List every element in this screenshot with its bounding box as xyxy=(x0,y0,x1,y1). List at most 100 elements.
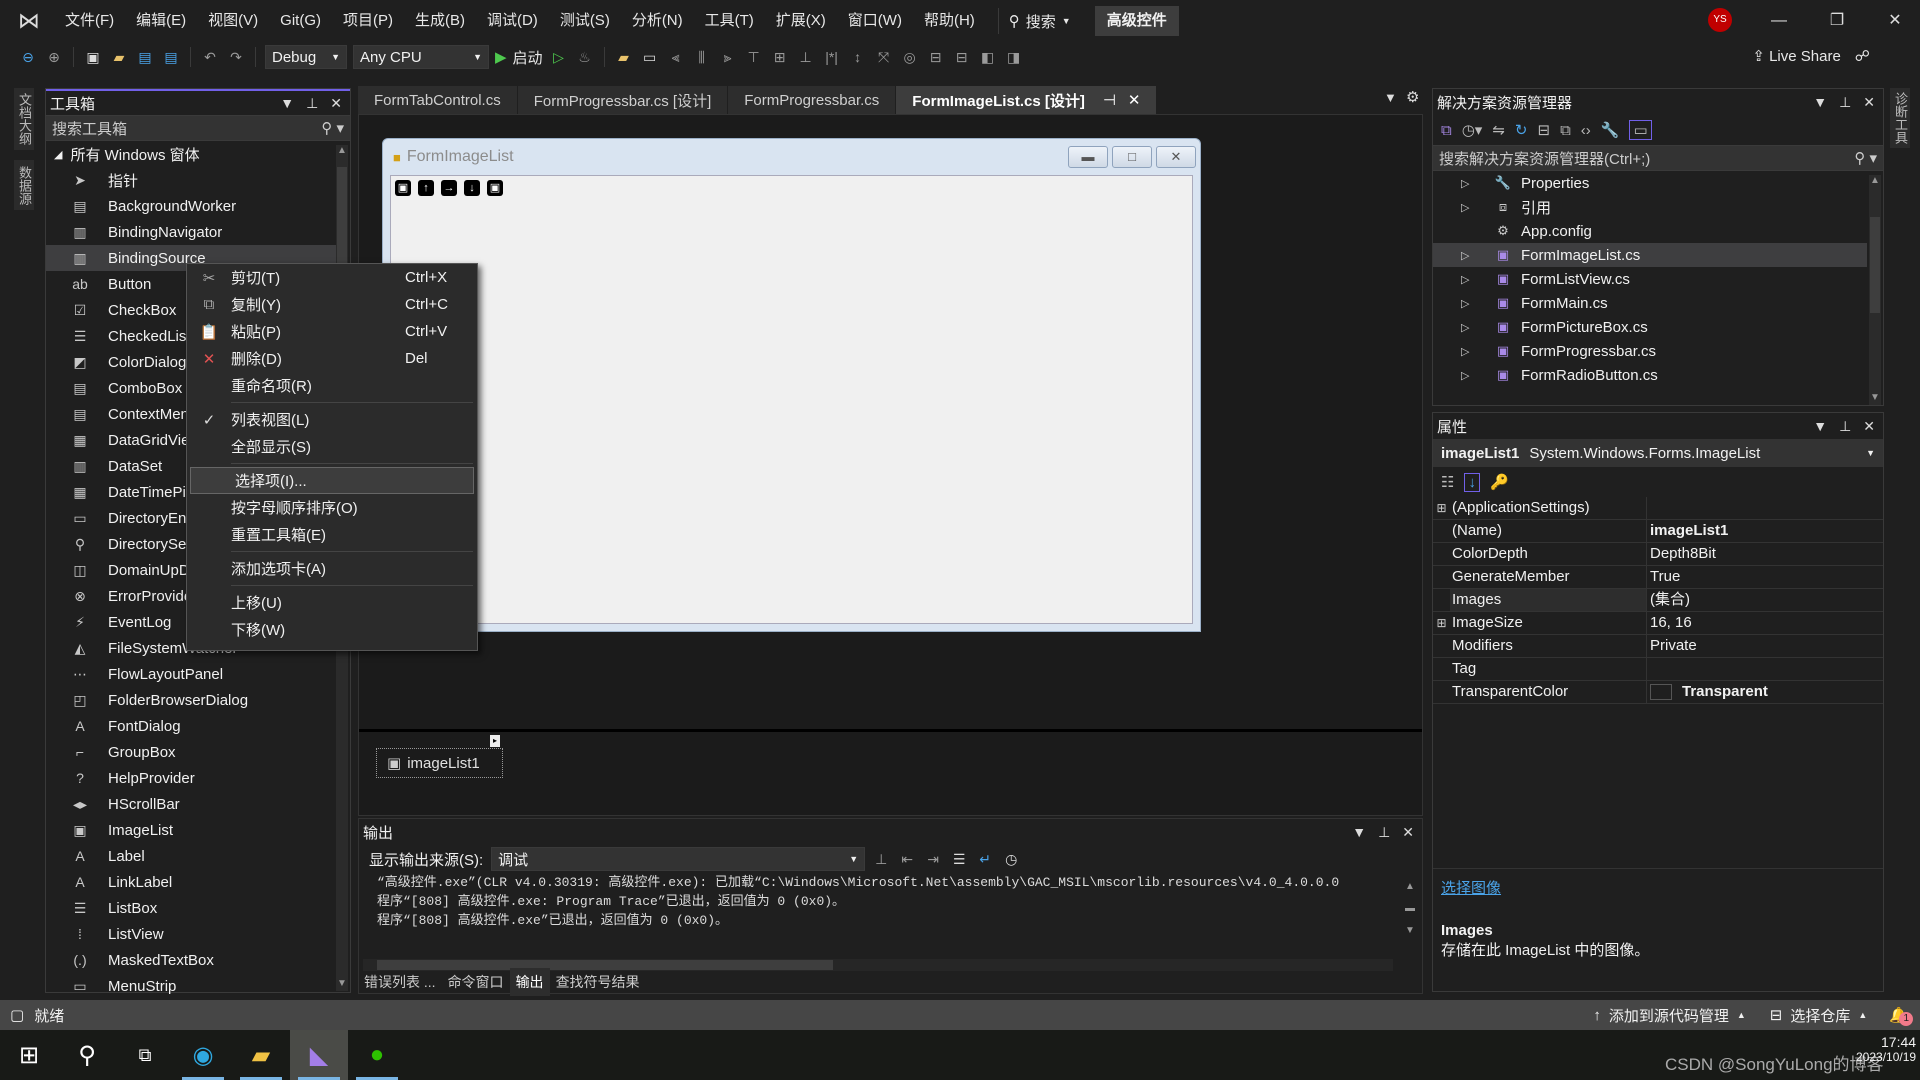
window-home-icon[interactable]: ▭ xyxy=(640,47,660,67)
forward-icon[interactable]: ⊕ xyxy=(44,47,64,67)
property-value[interactable]: True xyxy=(1647,566,1680,588)
dropdown-icon[interactable]: ▼ xyxy=(1813,94,1827,111)
toolbox-item[interactable]: ⌐ GroupBox xyxy=(46,739,336,765)
object-selector[interactable]: imageList1 System.Windows.Forms.ImageLis… xyxy=(1433,439,1883,467)
context-menu-item[interactable]: ✕ 删除(D) Del xyxy=(187,345,477,372)
scroll-up-icon[interactable]: ▲ xyxy=(336,145,348,156)
document-tab[interactable]: FormTabControl.cs xyxy=(358,86,518,114)
categorized-icon[interactable]: ☷ xyxy=(1441,473,1454,491)
output-text[interactable]: “高级控件.exe”(CLR v4.0.30319: 高级控件.exe): 已加… xyxy=(359,873,1389,930)
expand-arrow-icon[interactable]: ▷ xyxy=(1461,345,1475,358)
menu-item[interactable]: 测试(S) xyxy=(549,6,621,36)
close-icon[interactable]: ✕ xyxy=(330,95,342,112)
property-row[interactable]: ⊞ ImageSize 16, 16 xyxy=(1433,612,1883,635)
new-project-icon[interactable]: ▣ xyxy=(83,47,103,67)
search-taskbar-button[interactable]: ⚲ xyxy=(58,1030,116,1080)
pin-icon[interactable]: ⊥ xyxy=(306,95,318,112)
pin-icon[interactable]: ⊥ xyxy=(1839,418,1851,435)
solution-tree-item[interactable]: ▷ ▣ FormListView.cs xyxy=(1433,267,1867,291)
redo-icon[interactable]: ↷ xyxy=(226,47,246,67)
find-in-folder-icon[interactable]: ▰ xyxy=(614,47,634,67)
open-folder-icon[interactable]: ▰ xyxy=(109,47,129,67)
menu-item[interactable]: 编辑(E) xyxy=(125,6,197,36)
toolbox-item[interactable]: ◂▸ HScrollBar xyxy=(46,791,336,817)
toolbox-item[interactable]: ⁞ ListView xyxy=(46,921,336,947)
toolbox-item[interactable]: ▥ BindingNavigator xyxy=(46,219,336,245)
menu-item[interactable]: 分析(N) xyxy=(621,6,694,36)
edge-button[interactable]: ◉ xyxy=(174,1030,232,1080)
menu-item[interactable]: 生成(B) xyxy=(404,6,476,36)
same-size-icon[interactable]: ⤧ xyxy=(874,47,894,67)
solution-tree-item[interactable]: ▷ ▣ FormPictureBox.cs xyxy=(1433,315,1867,339)
toolbox-item[interactable]: ? HelpProvider xyxy=(46,765,336,791)
side-tab-diagnostic-tools[interactable]: 诊断工具 xyxy=(1890,88,1910,148)
pin-icon[interactable]: ⊥ xyxy=(1839,94,1851,111)
sync-icon[interactable]: ⇋ xyxy=(1492,121,1505,139)
context-menu-item[interactable]: 添加选项卡(A) xyxy=(187,555,477,582)
menu-item[interactable]: 项目(P) xyxy=(332,6,404,36)
context-menu-item[interactable]: 📋 粘贴(P) Ctrl+V xyxy=(187,318,477,345)
expand-plus-icon[interactable]: ⊞ xyxy=(1433,612,1450,634)
dropdown-icon[interactable]: ▼ xyxy=(1352,824,1366,841)
output-source-select[interactable]: 调试 ▼ xyxy=(491,847,866,871)
search-button[interactable]: ⚲ 搜索 ▼ xyxy=(997,8,1081,34)
imagelist-component[interactable]: ▣ imageList1 xyxy=(376,748,503,778)
menu-item[interactable]: Git(G) xyxy=(269,6,332,36)
menu-item[interactable]: 文件(F) xyxy=(54,6,125,36)
switch-views-icon[interactable]: ⧉ xyxy=(1441,122,1452,139)
property-row[interactable]: Tag xyxy=(1433,658,1883,681)
context-menu-item[interactable]: 选择项(I)... xyxy=(190,467,474,494)
form-client-area[interactable]: ▣ ↑ → ↓ ▣ xyxy=(390,175,1193,624)
source-control-button[interactable]: ↑ 添加到源代码管理 ▲ xyxy=(1593,1005,1745,1026)
toolbox-item[interactable]: ⋯ FlowLayoutPanel xyxy=(46,661,336,687)
side-tab-document-outline[interactable]: 文档大纲 xyxy=(14,88,34,150)
live-share-button[interactable]: ⇪ Live Share ☍ xyxy=(1752,47,1870,65)
smart-tag-icon[interactable]: ▸ xyxy=(490,735,500,747)
clock-icon[interactable]: ◷ xyxy=(1001,849,1021,869)
scroll-thumb[interactable] xyxy=(1870,217,1880,313)
restore-button[interactable]: ❐ xyxy=(1812,6,1862,36)
word-wrap-icon[interactable]: ↵ xyxy=(975,849,995,869)
document-tab[interactable]: FormImageList.cs [设计] ⊣ ✕ xyxy=(896,86,1158,114)
align-center-icon[interactable]: ⫼ xyxy=(692,47,712,67)
close-icon[interactable]: ✕ xyxy=(1402,824,1414,841)
close-button[interactable]: ✕ xyxy=(1870,6,1920,36)
property-value[interactable]: (集合) xyxy=(1647,589,1690,611)
toolbox-search-input[interactable]: 搜索工具箱 ⚲ ▾ xyxy=(46,115,350,141)
property-value[interactable]: 16, 16 xyxy=(1647,612,1692,634)
dropdown-icon[interactable]: ▼ xyxy=(1813,418,1827,435)
designed-form[interactable]: ■ FormImageList ▬ □ ✕ ▣ ↑ → ↓ ▣ xyxy=(382,138,1201,632)
platform-select[interactable]: Any CPU ▼ xyxy=(353,45,489,69)
align-top-icon[interactable]: ⊤ xyxy=(744,47,764,67)
property-pages-icon[interactable]: 🔑 xyxy=(1490,473,1509,491)
property-row[interactable]: ColorDepth Depth8Bit xyxy=(1433,543,1883,566)
context-menu-item[interactable]: ✂ 剪切(T) Ctrl+X xyxy=(187,264,477,291)
toolbox-group-header[interactable]: ◢ 所有 Windows 窗体 xyxy=(46,141,350,167)
property-row[interactable]: Images (集合) xyxy=(1433,589,1883,612)
solution-tree-item[interactable]: ▷ ▣ FormMain.cs xyxy=(1433,291,1867,315)
toolbox-item[interactable]: ☰ ListBox xyxy=(46,895,336,921)
side-tab-data-sources[interactable]: 数据源 xyxy=(14,160,34,210)
bottom-tab[interactable]: 错误列表 ... xyxy=(358,968,442,996)
toolbox-item[interactable]: A LinkLabel xyxy=(46,869,336,895)
document-tab[interactable]: FormProgressbar.cs xyxy=(728,86,897,114)
prev-message-icon[interactable]: ⇤ xyxy=(897,849,917,869)
property-value[interactable] xyxy=(1647,658,1650,680)
property-value[interactable]: Transparent xyxy=(1647,681,1768,703)
choose-images-link[interactable]: 选择图像 xyxy=(1441,877,1875,898)
solution-tree-item[interactable]: ⚙ App.config xyxy=(1433,219,1867,243)
solution-tree-item[interactable]: ▷ 🔧 Properties xyxy=(1433,171,1867,195)
zoom-icon[interactable]: ◎ xyxy=(900,47,920,67)
output-vscrollbar[interactable]: ▲ ▬ ▼ xyxy=(1403,881,1417,957)
expand-arrow-icon[interactable]: ▷ xyxy=(1461,177,1475,190)
align-middle-icon[interactable]: ⊞ xyxy=(770,47,790,67)
property-row[interactable]: GenerateMember True xyxy=(1433,566,1883,589)
scroll-down-icon[interactable]: ▼ xyxy=(336,978,348,989)
expand-arrow-icon[interactable]: ▷ xyxy=(1461,273,1475,286)
property-value[interactable]: imageList1 xyxy=(1647,520,1728,542)
file-explorer-button[interactable]: ▰ xyxy=(232,1030,290,1080)
context-menu-item[interactable]: ⧉ 复制(Y) Ctrl+C xyxy=(187,291,477,318)
toolbox-item[interactable]: A Label xyxy=(46,843,336,869)
property-value[interactable]: Private xyxy=(1647,635,1697,657)
expand-plus-icon[interactable]: ⊞ xyxy=(1433,497,1450,519)
